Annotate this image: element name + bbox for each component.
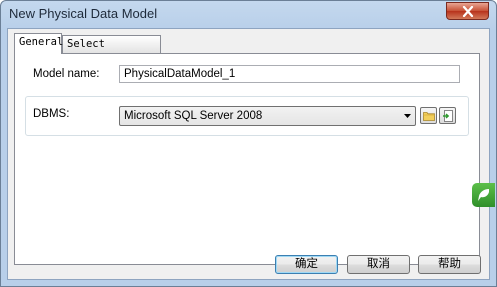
dbms-select-value: Microsoft SQL Server 2008 <box>124 110 263 122</box>
title-bar: New Physical Data Model <box>1 1 496 27</box>
browse-dbms-button[interactable] <box>420 107 437 124</box>
tab-general[interactable]: General <box>14 33 64 54</box>
dbms-label: DBMS: <box>33 108 70 120</box>
help-button[interactable]: 帮助 <box>418 255 481 274</box>
ok-button[interactable]: 确定 <box>275 255 338 274</box>
model-name-label: Model name: <box>33 68 100 80</box>
cancel-button[interactable]: 取消 <box>347 255 410 274</box>
tab-general-label: General <box>19 36 64 48</box>
close-icon <box>462 5 473 17</box>
folder-icon <box>422 111 435 121</box>
window-title: New Physical Data Model <box>9 6 158 21</box>
tab-panel-general: Model name: PhysicalDataModel_1 DBMS: Mi… <box>14 53 480 265</box>
dbms-select[interactable]: Microsoft SQL Server 2008 <box>119 106 416 126</box>
model-name-input[interactable]: PhysicalDataModel_1 <box>119 65 460 83</box>
dialog-client-area: General Select Extensions Model name: Ph… <box>7 28 490 280</box>
chevron-down-icon <box>404 114 411 118</box>
side-app-icon[interactable] <box>472 183 495 207</box>
tab-select-extensions[interactable]: Select Extensions <box>62 35 161 67</box>
import-dbms-button[interactable] <box>439 107 456 124</box>
close-button[interactable] <box>446 2 489 20</box>
dialog-window: New Physical Data Model General Select E… <box>0 0 497 287</box>
side-app-glyph <box>477 189 489 201</box>
dbms-group: DBMS: Microsoft SQL Server 2008 <box>25 96 469 136</box>
import-icon <box>442 109 453 122</box>
